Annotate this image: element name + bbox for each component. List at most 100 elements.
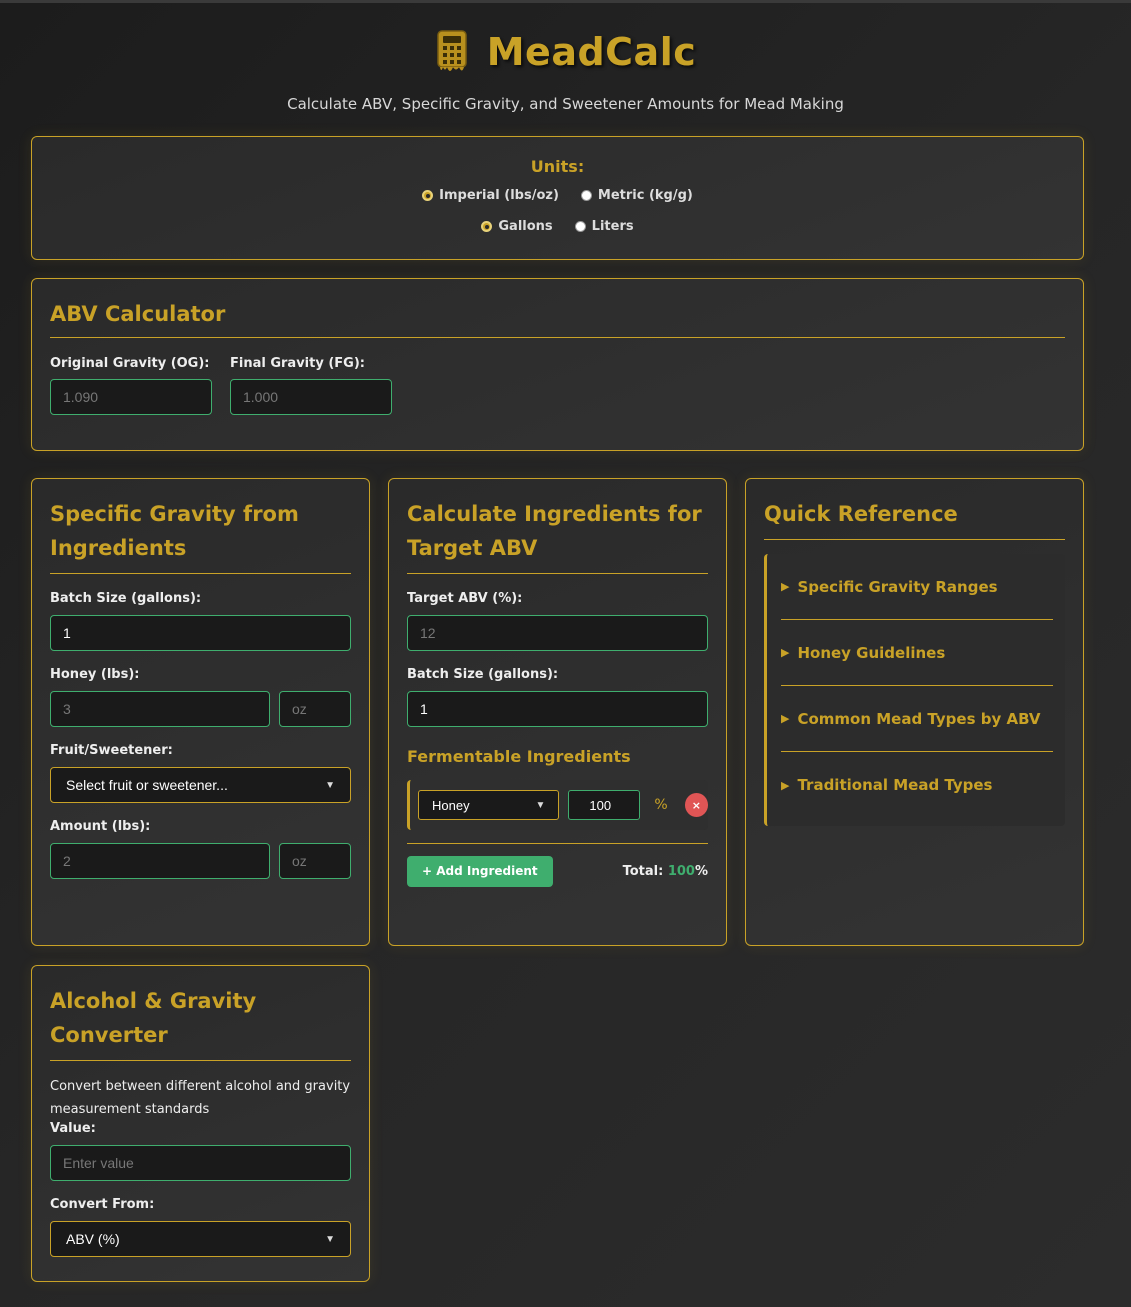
qr-item-traditional-mead[interactable]: ▶ Traditional Mead Types: [781, 752, 1053, 818]
og-label: Original Gravity (OG):: [50, 356, 210, 371]
amount-oz-input[interactable]: [279, 843, 351, 879]
ing-batch-group: Batch Size (gallons):: [407, 667, 708, 727]
sg-batch-input[interactable]: [50, 615, 351, 651]
converter-description: Convert between different alcohol and gr…: [50, 1079, 351, 1117]
divider: [50, 337, 1065, 338]
qr-item-label: Honey Guidelines: [797, 643, 946, 662]
fruit-select-value: Select fruit or sweetener...: [66, 777, 228, 793]
app-title: MeadCalc: [486, 30, 697, 74]
radio-metric[interactable]: Metric (kg/g): [580, 188, 693, 203]
radio-imperial[interactable]: Imperial (lbs/oz): [422, 188, 559, 203]
converter-from-value: ABV (%): [66, 1231, 120, 1247]
title-row: MeadCalc: [0, 25, 1131, 79]
triangle-right-icon: ▶: [781, 646, 790, 659]
ingredients-total: Total: 100%: [623, 864, 708, 879]
chevron-down-icon: ▼: [535, 799, 546, 811]
amount-inputs: [50, 843, 351, 879]
radio-liters-indicator[interactable]: [574, 221, 586, 232]
fermentables-title: Fermentable Ingredients: [407, 747, 631, 766]
fruit-select[interactable]: Select fruit or sweetener... ▼: [50, 767, 351, 803]
quick-reference-title: Quick Reference: [764, 502, 958, 526]
quick-reference-list: ▶ Specific Gravity Ranges ▶ Honey Guidel…: [764, 554, 1065, 826]
ingredient-percent-input[interactable]: [568, 790, 641, 820]
ing-batch-label: Batch Size (gallons):: [407, 667, 559, 682]
fg-group: Final Gravity (FG):: [230, 356, 392, 415]
qr-item-mead-types-abv[interactable]: ▶ Common Mead Types by ABV: [781, 686, 1053, 752]
radio-gallons-indicator[interactable]: [481, 221, 493, 232]
qr-item-label: Common Mead Types by ABV: [797, 709, 1041, 728]
divider: [764, 539, 1065, 540]
weight-unit-group: Imperial (lbs/oz) Metric (kg/g): [32, 188, 1083, 203]
abv-fields: Original Gravity (OG): Final Gravity (FG…: [50, 356, 1065, 415]
converter-from-label: Convert From:: [50, 1197, 155, 1212]
radio-liters[interactable]: Liters: [574, 219, 634, 234]
target-abv-panel: Calculate Ingredients for Target ABV Tar…: [388, 478, 727, 946]
converter-value-input[interactable]: [50, 1145, 351, 1181]
sg-batch-label: Batch Size (gallons):: [50, 591, 202, 606]
radio-liters-label: Liters: [591, 219, 634, 234]
converter-value-group: Value:: [50, 1121, 351, 1181]
target-abv-title: Calculate Ingredients for Target ABV: [407, 502, 702, 560]
fg-label: Final Gravity (FG):: [230, 356, 365, 371]
converter-value-label: Value:: [50, 1121, 96, 1136]
converter-panel: Alcohol & Gravity Converter Convert betw…: [31, 965, 370, 1282]
radio-imperial-indicator[interactable]: [422, 190, 434, 201]
add-ingredient-button[interactable]: + Add Ingredient: [407, 856, 553, 887]
quick-reference-panel: Quick Reference ▶ Specific Gravity Range…: [745, 478, 1084, 946]
total-label: Total:: [622, 864, 664, 879]
sg-batch-group: Batch Size (gallons):: [50, 591, 351, 651]
sg-title: Specific Gravity from Ingredients: [50, 502, 299, 560]
qr-item-label: Traditional Mead Types: [797, 776, 993, 794]
triangle-right-icon: ▶: [781, 778, 790, 792]
target-abv-label: Target ABV (%):: [407, 591, 523, 606]
honey-inputs: [50, 691, 351, 727]
header: MeadCalc Calculate ABV, Specific Gravity…: [0, 3, 1131, 113]
volume-unit-group: Gallons Liters: [32, 219, 1083, 234]
amount-lbs-input[interactable]: [50, 843, 270, 879]
divider: [407, 573, 708, 574]
converter-from-group: Convert From: ABV (%) ▼: [50, 1197, 351, 1257]
triangle-right-icon: ▶: [781, 580, 790, 593]
app-subtitle: Calculate ABV, Specific Gravity, and Swe…: [287, 95, 844, 113]
amount-group: Amount (lbs):: [50, 819, 351, 879]
ingredients-footer: + Add Ingredient Total: 100%: [407, 843, 708, 887]
target-abv-group: Target ABV (%):: [407, 591, 708, 651]
converter-title: Alcohol & Gravity Converter: [50, 989, 257, 1047]
qr-item-honey-guidelines[interactable]: ▶ Honey Guidelines: [781, 620, 1053, 686]
sg-from-ingredients-panel: Specific Gravity from Ingredients Batch …: [31, 478, 370, 946]
units-title: Units:: [530, 157, 585, 176]
remove-ingredient-button[interactable]: ×: [684, 793, 708, 817]
honey-group: Honey (lbs):: [50, 667, 351, 727]
og-input[interactable]: [50, 379, 212, 415]
percent-sign: %: [654, 797, 668, 813]
ingredient-select-value: Honey: [432, 797, 470, 813]
total-value: 100: [667, 864, 695, 879]
radio-metric-indicator[interactable]: [580, 190, 592, 201]
divider: [50, 1060, 351, 1061]
chevron-down-icon: ▼: [325, 1233, 335, 1245]
ing-batch-input[interactable]: [407, 691, 708, 727]
radio-imperial-label: Imperial (lbs/oz): [439, 188, 559, 203]
target-abv-input[interactable]: [407, 615, 708, 651]
units-panel: Units: Imperial (lbs/oz) Metric (kg/g) G…: [31, 136, 1084, 260]
ingredient-select[interactable]: Honey ▼: [418, 790, 560, 820]
qr-item-label: Specific Gravity Ranges: [797, 577, 998, 596]
honey-label: Honey (lbs):: [50, 667, 140, 682]
fruit-label: Fruit/Sweetener:: [50, 743, 173, 758]
qr-item-specific-gravity[interactable]: ▶ Specific Gravity Ranges: [781, 554, 1053, 620]
chevron-down-icon: ▼: [325, 779, 335, 791]
amount-label: Amount (lbs):: [50, 819, 151, 834]
converter-from-select[interactable]: ABV (%) ▼: [50, 1221, 351, 1257]
ingredient-row: Honey ▼ % ×: [407, 780, 708, 830]
radio-gallons[interactable]: Gallons: [481, 219, 553, 234]
honey-oz-input[interactable]: [279, 691, 351, 727]
fruit-group: Fruit/Sweetener: Select fruit or sweeten…: [50, 743, 351, 803]
honey-lbs-input[interactable]: [50, 691, 270, 727]
total-suffix: %: [694, 864, 708, 879]
abv-calculator-panel: ABV Calculator Original Gravity (OG): Fi…: [31, 278, 1084, 451]
fg-input[interactable]: [230, 379, 392, 415]
triangle-right-icon: ▶: [781, 712, 790, 725]
radio-metric-label: Metric (kg/g): [597, 188, 693, 203]
divider: [50, 573, 351, 574]
calculator-icon: [436, 30, 467, 71]
